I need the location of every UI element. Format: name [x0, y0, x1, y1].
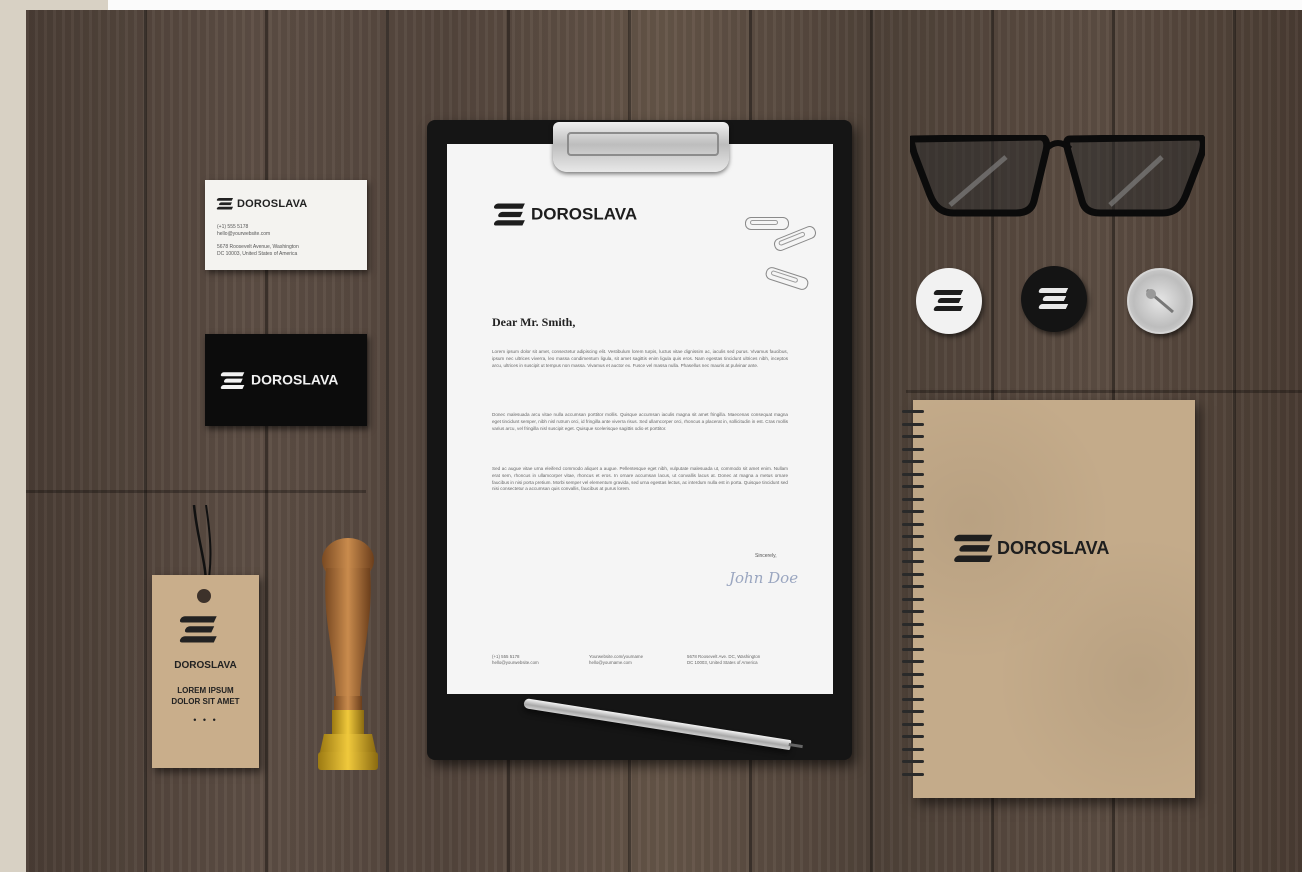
logo-mark-icon	[216, 197, 234, 210]
top-white-strip	[108, 0, 1302, 10]
badge-pin-back	[1127, 268, 1193, 334]
logo-mark-icon	[178, 616, 218, 644]
paperclip-icon	[764, 265, 810, 292]
card-brand: DOROSLAVA	[216, 193, 307, 215]
letter-paragraph-3: Sed ac augue vitae urna eleifend commodo…	[492, 466, 788, 492]
letter-paragraph-2: Donec malesuada arcu vitae nulla accumsa…	[492, 412, 788, 431]
logo-mark-icon	[932, 290, 964, 312]
paperclip-icon	[745, 217, 789, 230]
notebook-spiral	[902, 410, 924, 790]
letter-footer-col-2: Yourwebsite.com/yourname hello@yourname.…	[589, 654, 644, 665]
wood-seam	[906, 390, 1302, 393]
card-brand: DOROSLAVA	[220, 370, 338, 392]
card-email: hello@yourwebsite.com	[217, 231, 271, 237]
wood-seam	[26, 490, 366, 493]
card-address-2: DC 10003, United States of America	[217, 251, 298, 257]
card-address-1: 5678 Roosevelt Avenue, Washington	[217, 244, 299, 250]
tag-dots: • • •	[193, 715, 218, 725]
letterhead: DOROSLAVA Dear Mr. Smith, Lorem ipsum do…	[447, 144, 833, 694]
tag-hole	[197, 589, 211, 603]
logo-mark-icon	[220, 372, 245, 390]
pin-icon	[1146, 288, 1174, 314]
hang-tag: DOROSLAVA LOREM IPSUM DOLOR SIT AMET • •…	[152, 575, 259, 768]
letter-footer-col-3: 5678 Roosevelt Ave. DC, Washington DC 10…	[687, 654, 761, 665]
business-card-white: DOROSLAVA (+1) 555 5178 hello@yourwebsit…	[205, 180, 367, 270]
glasses-icon	[910, 135, 1205, 217]
notebook: DOROSLAVA	[913, 400, 1195, 798]
notebook-brand: DOROSLAVA	[952, 534, 1109, 563]
letter-footer-col-1: (+1) 555 5178 hello@yourwebsite.com	[492, 654, 539, 665]
clipboard-clip	[553, 122, 729, 172]
letter-brand: DOROSLAVA	[493, 203, 637, 226]
tag-slogan: LOREM IPSUM DOLOR SIT AMET	[171, 686, 240, 706]
letter-paragraph-1: Lorem ipsum dolor sit amet, consectetur …	[492, 349, 788, 368]
letter-salutation: Dear Mr. Smith,	[492, 315, 576, 329]
tag-brand: DOROSLAVA	[174, 660, 237, 671]
logo-mark-icon	[1037, 288, 1069, 310]
business-card-black: DOROSLAVA	[205, 334, 367, 426]
letter-closing: Sincerely,	[755, 553, 777, 559]
logo-mark-icon	[493, 203, 526, 226]
badge-white	[916, 268, 982, 334]
logo-mark-icon	[952, 534, 994, 564]
card-phone: (+1) 555 5178	[217, 224, 249, 230]
letter-signature: John Doe	[729, 569, 799, 587]
badge-black	[1021, 266, 1087, 332]
stamp-icon	[318, 538, 378, 770]
